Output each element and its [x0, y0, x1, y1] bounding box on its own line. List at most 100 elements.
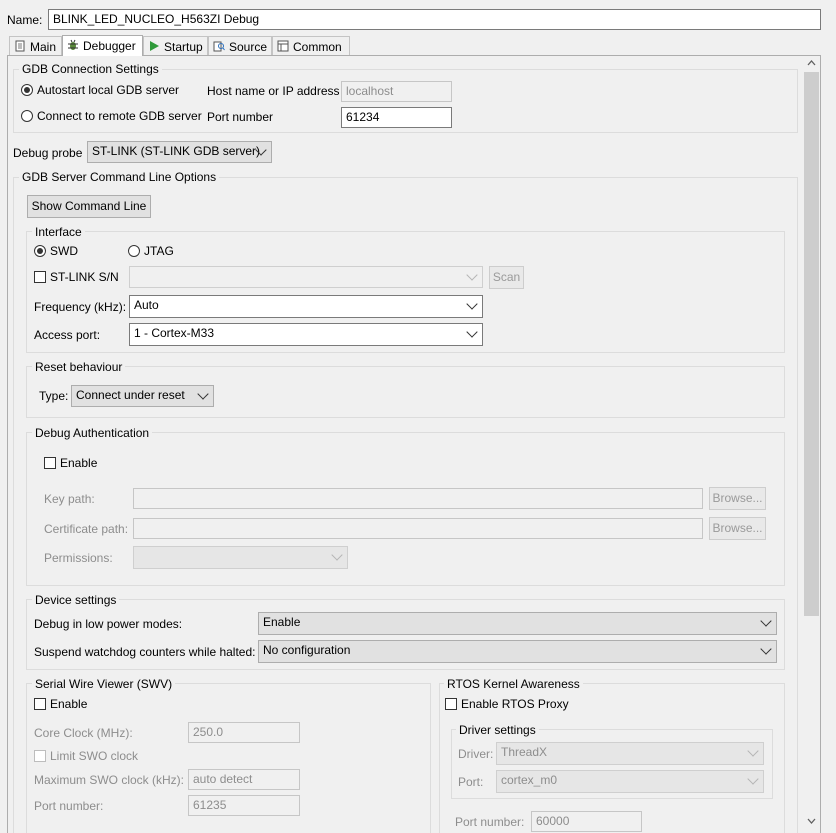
tab-common[interactable]: Common [272, 36, 350, 56]
scan-button[interactable]: Scan [489, 266, 524, 289]
common-tab-icon [277, 40, 289, 52]
debug-authentication-title: Debug Authentication [32, 425, 153, 441]
low-power-value: Enable [263, 615, 301, 629]
interface-title: Interface [32, 224, 85, 240]
watchdog-label: Suspend watchdog counters while halted: [34, 645, 256, 659]
permissions-select[interactable] [133, 546, 348, 569]
swv-port-input[interactable]: 61235 [188, 795, 300, 816]
access-port-label: Access port: [34, 328, 101, 342]
rtos-proxy-checkbox[interactable] [445, 698, 457, 710]
tab-common-label: Common [293, 40, 342, 54]
reset-type-label: Type: [39, 389, 69, 403]
host-input[interactable]: localhost [341, 81, 452, 102]
stlink-sn-checkbox[interactable] [34, 271, 46, 283]
chevron-down-icon [760, 615, 772, 627]
scrollbar-thumb[interactable] [804, 72, 819, 616]
show-command-line-button[interactable]: Show Command Line [27, 195, 151, 218]
swd-label: SWD [50, 244, 78, 258]
remote-radio[interactable] [21, 110, 33, 122]
driver-settings-title: Driver settings [456, 722, 539, 738]
low-power-select[interactable]: Enable [258, 612, 777, 635]
watchdog-select[interactable]: No configuration [258, 640, 777, 663]
watchdog-value: No configuration [263, 643, 351, 657]
reset-behaviour-title: Reset behaviour [32, 359, 126, 375]
key-path-label: Key path: [44, 492, 95, 506]
tab-startup-label: Startup [164, 40, 203, 54]
frequency-select[interactable]: Auto [129, 295, 483, 318]
low-power-label: Debug in low power modes: [34, 617, 183, 631]
source-lookup-icon [213, 41, 225, 52]
limit-swo-checkbox[interactable] [34, 750, 46, 762]
driver-label: Driver: [458, 747, 494, 761]
name-label: Name: [7, 13, 43, 27]
stlink-sn-select[interactable] [129, 266, 483, 288]
tab-debugger[interactable]: Debugger [62, 35, 143, 56]
frequency-label: Frequency (kHz): [34, 300, 127, 314]
reset-type-select[interactable]: Connect under reset [71, 385, 214, 407]
driver-select[interactable]: ThreadX [496, 742, 764, 765]
port-label: Port number [207, 110, 274, 124]
rtos-title: RTOS Kernel Awareness [444, 676, 583, 692]
port-input[interactable]: 61234 [341, 107, 452, 128]
scroll-up-arrow-icon[interactable] [807, 60, 816, 66]
chevron-down-icon [747, 745, 759, 757]
main-tab-icon [15, 40, 25, 52]
debugger-bug-icon [68, 39, 78, 50]
chevron-down-icon [747, 773, 759, 785]
driver-value: ThreadX [501, 745, 548, 759]
swv-port-label: Port number: [34, 799, 104, 813]
core-clock-label: Core Clock (MHz): [34, 726, 133, 740]
swv-enable-label: Enable [50, 697, 88, 711]
device-settings-title: Device settings [32, 592, 120, 608]
rtos-port-number-label: Port number: [455, 815, 525, 829]
access-port-value: 1 - Cortex-M33 [134, 326, 215, 340]
reset-type-value: Connect under reset [76, 388, 185, 402]
chevron-down-icon [760, 643, 772, 655]
auth-enable-checkbox[interactable] [44, 457, 56, 469]
rtos-port-number-input[interactable]: 60000 [531, 811, 642, 832]
key-path-input[interactable] [133, 488, 703, 509]
max-swo-label: Maximum SWO clock (kHz): [34, 773, 184, 787]
frequency-value: Auto [134, 298, 159, 312]
config-name-input[interactable]: BLINK_LED_NUCLEO_H563ZI Debug [48, 9, 821, 30]
tab-main[interactable]: Main [9, 36, 62, 56]
vertical-scrollbar[interactable] [803, 56, 820, 833]
certificate-path-label: Certificate path: [44, 522, 129, 536]
chevron-down-icon [466, 269, 478, 281]
debug-probe-select[interactable]: ST-LINK (ST-LINK GDB server) [87, 141, 272, 163]
tab-source[interactable]: Source [208, 36, 272, 56]
certificate-path-browse-button[interactable]: Browse... [709, 517, 766, 540]
tab-source-label: Source [229, 40, 268, 54]
access-port-select[interactable]: 1 - Cortex-M33 [129, 323, 483, 346]
autostart-label: Autostart local GDB server [37, 83, 180, 97]
rtos-port-value: cortex_m0 [501, 773, 558, 787]
tab-main-label: Main [30, 40, 57, 54]
debug-probe-value: ST-LINK (ST-LINK GDB server) [92, 144, 261, 158]
jtag-radio[interactable] [128, 245, 140, 257]
chevron-down-icon [466, 298, 478, 310]
permissions-label: Permissions: [44, 551, 113, 565]
key-path-browse-button[interactable]: Browse... [709, 487, 766, 510]
rtos-port-select[interactable]: cortex_m0 [496, 770, 764, 793]
gdb-connection-title: GDB Connection Settings [19, 61, 162, 77]
tab-debugger-label: Debugger [83, 39, 136, 53]
autostart-radio[interactable] [21, 84, 33, 96]
core-clock-input[interactable]: 250.0 [188, 722, 300, 743]
limit-swo-label: Limit SWO clock [50, 749, 139, 763]
rtos-port-label: Port: [458, 775, 484, 789]
chevron-down-icon [331, 549, 343, 561]
chevron-down-icon [197, 388, 209, 400]
swd-radio[interactable] [34, 245, 46, 257]
rtos-proxy-label: Enable RTOS Proxy [461, 697, 569, 711]
host-label: Host name or IP address [207, 84, 340, 98]
tab-startup[interactable]: Startup [143, 36, 208, 56]
scroll-down-arrow-icon[interactable] [807, 818, 816, 824]
jtag-label: JTAG [144, 244, 174, 258]
debug-probe-label: Debug probe [13, 146, 83, 160]
certificate-path-input[interactable] [133, 518, 703, 539]
chevron-down-icon [466, 326, 478, 338]
swv-title: Serial Wire Viewer (SWV) [32, 676, 176, 692]
stlink-sn-label: ST-LINK S/N [50, 270, 119, 284]
swv-enable-checkbox[interactable] [34, 698, 46, 710]
max-swo-input[interactable]: auto detect [188, 769, 300, 790]
